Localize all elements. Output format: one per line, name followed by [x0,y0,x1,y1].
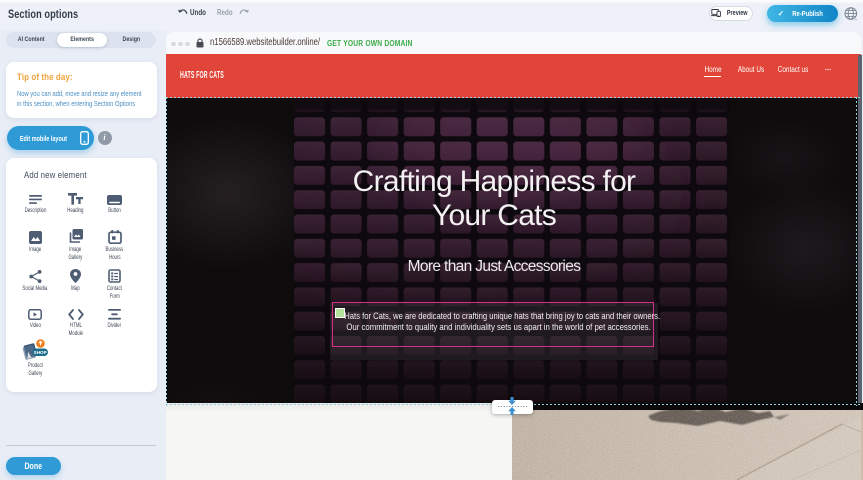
svg-text:SHOP: SHOP [34,350,47,355]
